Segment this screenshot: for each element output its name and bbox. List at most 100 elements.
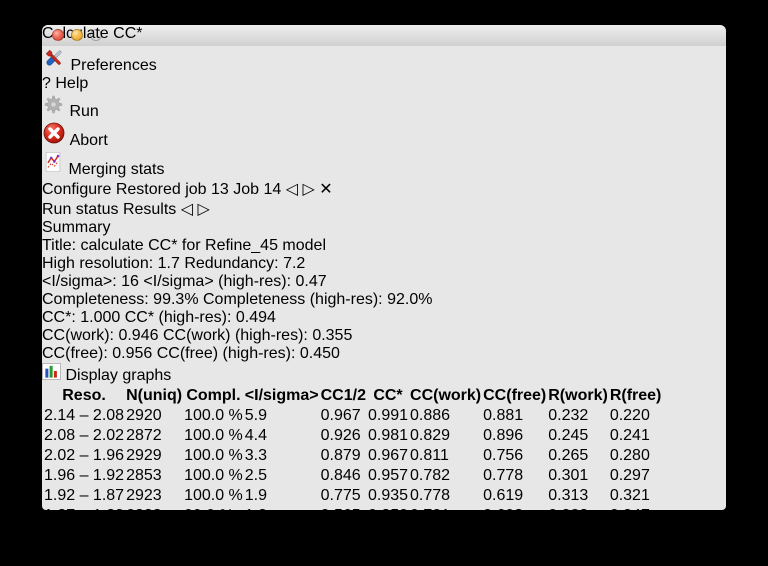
table-cell: 1.96 – 1.92 [44,467,125,484]
table-cell: 0.782 [410,467,451,484]
minimize-window-button[interactable] [71,29,83,41]
close-window-button[interactable] [52,29,64,41]
table-cell: 2.5 [244,467,268,484]
table-cell: 0.241 [609,427,650,444]
stat-value: 0.355 [312,327,353,344]
tab-results[interactable]: Results [123,201,176,218]
table-row[interactable]: 2.02 – 1.96 2929 100.0 % 3.3 0.879 0.967 0.811… [44,447,661,465]
table-cell: 2853 [126,467,162,484]
tab-scroll-right-icon[interactable]: ▷ [303,181,315,198]
tab-job-14[interactable]: Job 14 [233,181,281,198]
table-row[interactable]: 2.08 – 2.02 2872 100.0 % 4.4 0.926 0.981 0.829… [44,427,661,445]
table-cell: 4.4 [244,427,268,444]
table-cell: 0.347 [610,507,662,510]
stat-label: CC* (high-res): [124,309,232,326]
table-cell: 3.3 [244,447,268,464]
subtab-scroll-right-icon[interactable]: ▷ [198,201,210,218]
table-row[interactable]: 1.92 – 1.87 2923 100.0 % 1.9 0.775 0.935 0.778… [44,487,661,505]
table-cell: 0.301 [548,467,589,484]
stat-label: CC(free) (high-res): [156,345,296,362]
table-cell: 0.881 [483,407,524,424]
table-cell: 0.850 [368,507,408,510]
table-cell: 2923 [126,487,162,504]
results-panel: Title: calculate CC* for Refine_45 model… [42,237,726,510]
stat-label: Title: [42,237,77,254]
app-window: Calculate CC* Preferences ? Help Run Abo… [42,25,726,510]
abort-button[interactable]: Abort [42,121,726,150]
table-cell: 0.778 [483,467,524,484]
table-cell: 100.0 % [184,467,243,484]
table-column-header: R(free) [609,387,662,404]
summary-stats: Title: calculate CC* for Refine_45 model… [42,237,726,363]
summary-section-label: Summary [42,219,111,236]
merging-stats-chart-icon [42,152,68,178]
table-cell: 99.9 % [184,507,243,510]
table-cell: 0.721 [410,507,481,510]
results-table: Reso. N(uniq) Compl. <I/sigma> CC1/2 CC* CC(wo… [42,385,726,510]
table-cell: 0.967 [367,447,409,464]
table-cell: 2888 [126,507,182,510]
result-tab-bar: Run status Results ◁ ▷ [42,199,726,219]
table-cell: 0.565 [321,507,366,510]
table-row[interactable]: 1.96 – 1.92 2853 100.0 % 2.5 0.846 0.957 0.782… [44,467,661,485]
title-bar[interactable]: Calculate CC* [42,25,726,46]
stat-value: 99.3% [153,291,199,308]
table-cell: 0.846 [320,467,361,484]
stat-value: 0.47 [295,273,327,290]
table-cell: 0.245 [548,427,589,444]
table-cell: 0.811 [410,447,449,464]
table-cell: 2.08 – 2.02 [44,427,125,444]
table-column-header: Reso. [62,387,106,404]
display-graphs-button[interactable]: Display graphs [42,363,726,385]
display-graphs-label: Display graphs [65,367,172,384]
merging-stats-button[interactable]: Merging stats [42,150,726,179]
results-table-body: 2.14 – 2.08 2920 100.0 % 5.9 0.967 0.991 0.886… [44,407,661,510]
table-cell: 0.829 [410,427,451,444]
stat-label: CC(work): [42,327,114,344]
help-question-icon: ? [42,75,51,92]
table-cell: 2.02 – 1.96 [44,447,125,464]
stat-value: 0.494 [235,309,276,326]
table-column-header: CC(free) [483,387,547,404]
run-gear-icon [42,95,69,120]
table-cell: 0.896 [483,427,524,444]
help-button[interactable]: ? Help [42,75,726,93]
table-cell: 1.87 – 1.83 [44,507,124,510]
table-column-header: Compl. [186,387,241,404]
stat-label: <I/sigma> (high-res): [143,273,292,290]
table-header-row: Reso. N(uniq) Compl. <I/sigma> CC1/2 CC* CC(wo… [44,387,661,405]
toolbar-item-label: Run [69,103,99,120]
table-column-header: CC1/2 [320,387,366,404]
preferences-button[interactable]: Preferences [42,46,726,75]
table-cell: 0.265 [548,447,589,464]
table-cell: 0.321 [609,487,650,504]
tab-close-icon[interactable]: ✕ [319,181,332,198]
table-row[interactable]: 1.87 – 1.83288899.9 %1.30.5650.8500.7210… [44,507,661,510]
subtab-scroll-left-icon[interactable]: ◁ [181,201,193,218]
table-cell: 2920 [126,407,162,424]
table-row[interactable]: 2.14 – 2.08 2920 100.0 % 5.9 0.967 0.991 0.886… [44,407,661,425]
stat-label: CC*: [42,309,76,326]
table-cell: 0.756 [483,447,524,464]
tab-configure[interactable]: Configure [42,181,111,198]
table-column-header: CC(work) [410,387,482,404]
table-cell: 100.0 % [184,487,243,504]
table-cell: 0.220 [609,407,650,424]
table-cell: 0.935 [367,487,409,504]
zoom-window-button[interactable] [90,29,102,41]
tab-run-status[interactable]: Run status [42,201,118,218]
table-cell: 0.297 [609,467,650,484]
table-cell: 2929 [126,447,162,464]
table-column-header: R(work) [548,387,608,404]
stat-value: 1.7 [157,255,180,272]
table-cell: 1.92 – 1.87 [44,487,125,504]
job-tab-bar: Configure Restored job 13 Job 14 ◁ ▷ ✕ [42,179,726,199]
stat-value: 0.946 [118,327,159,344]
table-cell: 5.9 [244,407,268,424]
run-button[interactable]: Run [42,93,726,121]
table-cell: 0.232 [548,407,589,424]
abort-stop-icon [42,122,70,149]
toolbar: Preferences ? Help Run Abort Merging sta… [42,46,726,179]
tab-scroll-left-icon[interactable]: ◁ [286,181,298,198]
tab-restored-job-13[interactable]: Restored job 13 [116,181,229,198]
